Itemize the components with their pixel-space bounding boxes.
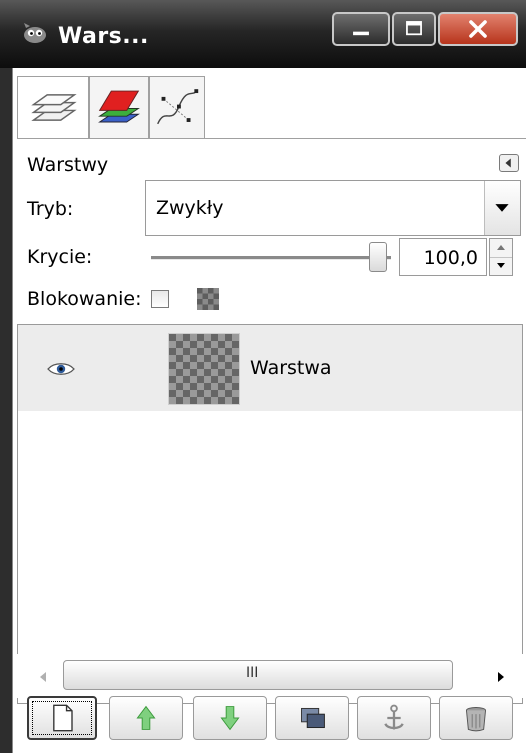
mode-select[interactable]: Zwykły [145,180,521,236]
maximize-icon [406,21,422,36]
duplicate-layer-icon [301,707,325,729]
spin-up-button[interactable] [490,239,512,258]
delete-layer-button[interactable] [439,696,513,740]
lock-label: Blokowanie: [27,288,142,310]
layers-list[interactable]: Warstwa [17,324,523,704]
mode-value: Zwykły [156,197,224,219]
anchor-layer-button[interactable] [357,696,431,740]
scrollbar-thumb[interactable]: III [63,660,453,690]
spin-up-icon [497,245,505,250]
lower-layer-icon [220,706,240,731]
new-layer-button[interactable] [27,696,97,740]
scroll-left-icon[interactable] [37,670,49,684]
title-bar[interactable]: Wars... [0,0,526,68]
scrollbar-grip: III [246,665,259,681]
layer-thumbnail [168,333,240,405]
eye-icon[interactable] [46,361,76,377]
panel-title: Warstwy [27,154,109,176]
opacity-input[interactable]: 100,0 [399,238,487,276]
tab-menu-button[interactable] [499,154,519,172]
trash-icon [465,707,487,732]
opacity-spinner[interactable] [489,238,513,276]
opacity-slider-fill [151,256,391,259]
scroll-right-icon[interactable] [495,670,507,684]
window-title: Wars... [58,24,149,49]
lock-alpha-checkbox[interactable] [151,290,169,308]
close-button[interactable] [438,12,518,46]
triangle-left-icon [505,158,511,168]
horizontal-scrollbar[interactable]: III [17,654,523,698]
mode-label: Tryb: [27,198,74,220]
tab-layers[interactable] [17,76,89,138]
mode-dropdown-button[interactable] [484,181,520,235]
opacity-slider-thumb[interactable] [369,242,387,272]
anchor-icon [384,704,404,730]
raise-layer-button[interactable] [109,696,183,740]
opacity-slider-track[interactable] [151,256,391,260]
duplicate-layer-button[interactable] [275,696,349,740]
raise-layer-icon [136,705,156,730]
chevron-down-icon [495,204,509,212]
opacity-value: 100,0 [423,247,478,269]
channels-icon [98,90,140,123]
tab-paths[interactable] [149,76,205,138]
dock-panel: Warstwy Tryb: Zwykły Krycie: 100,0 Bloko… [12,68,526,753]
minimize-icon [353,31,369,36]
layer-row[interactable]: Warstwa [18,325,522,411]
close-icon [469,20,487,38]
opacity-label: Krycie: [27,246,93,268]
layers-window: Wars... Warstwy Tryb: Zwykły Krycie: 100… [0,0,526,753]
maximize-button[interactable] [392,12,436,46]
paths-icon [157,89,199,125]
spin-down-button[interactable] [490,257,512,275]
new-layer-icon [53,704,73,732]
layers-icon [31,94,77,121]
lower-layer-button[interactable] [193,696,267,740]
tab-channels[interactable] [89,76,149,138]
gimp-app-icon [24,23,46,43]
spin-down-icon [497,263,505,268]
layer-name[interactable]: Warstwa [250,357,332,379]
dock-tabs [17,76,526,139]
alpha-checker-icon [197,288,219,310]
minimize-button[interactable] [332,12,390,46]
